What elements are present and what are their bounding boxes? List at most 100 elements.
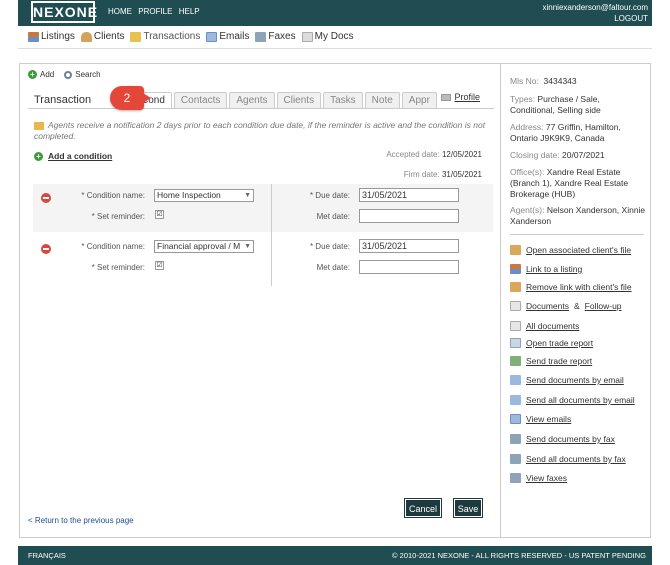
profile-link[interactable]: Profile <box>441 92 480 102</box>
firm-date: 31/05/2021 <box>441 170 482 179</box>
condition-row: * Condition name: Financial approval / M… <box>33 235 493 283</box>
transaction-dates: Accepted date: 12/05/2021 Firm date: 31/… <box>386 150 482 179</box>
condition-name-select[interactable]: Financial approval / M ▼ <box>154 240 254 253</box>
reminder-notice: Agents receive a notification 2 days pri… <box>34 120 486 141</box>
accepted-date: 12/05/2021 <box>441 150 482 159</box>
fax-send-all-icon <box>510 454 521 464</box>
nav-transactions[interactable]: Transactions <box>130 31 200 42</box>
tab-note[interactable]: Note <box>364 92 400 108</box>
closing-date: Closing date: 20/07/2021 <box>510 150 605 160</box>
send-all-docs-fax-link[interactable]: Send all documents by fax <box>510 454 650 464</box>
house-icon <box>510 264 521 274</box>
tab-agents[interactable]: Agents <box>229 92 275 108</box>
documents-followup-link[interactable]: Documents & Follow-up <box>510 301 650 311</box>
remove-condition-icon[interactable] <box>41 193 51 203</box>
tab-bar: Cond Contacts Agents Clients Tasks Note … <box>134 92 437 108</box>
save-button[interactable]: Save <box>453 498 483 518</box>
folder-icon <box>130 31 142 42</box>
nav-emails[interactable]: Emails <box>206 31 249 42</box>
nav-divider <box>18 48 652 49</box>
met-date-input[interactable] <box>359 260 459 274</box>
view-emails-link[interactable]: View emails <box>510 414 650 424</box>
main-nav: Listings Clients Transactions Emails Fax… <box>28 31 354 42</box>
mail-icon <box>206 31 218 42</box>
logout-link[interactable]: LOGOUT <box>614 14 648 23</box>
copyright: © 2010-2021 NEXONE - ALL RIGHTS RESERVED… <box>392 551 646 560</box>
documents-icon <box>510 321 521 331</box>
profile-card-icon <box>441 93 452 101</box>
add-button[interactable]: + Add <box>28 70 54 79</box>
tab-contacts[interactable]: Contacts <box>173 92 228 108</box>
transaction-summary-panel: Mls No: 3434343 Types: Purchase / Sale, … <box>501 63 651 538</box>
people-icon <box>80 31 92 42</box>
nav-faxes[interactable]: Faxes <box>255 31 296 42</box>
nav-profile[interactable]: PROFILE <box>138 7 172 16</box>
document-icon <box>301 31 313 42</box>
open-trade-report-link[interactable]: Open trade report <box>510 338 650 348</box>
add-condition-link[interactable]: + Add a condition <box>34 151 112 161</box>
send-all-docs-email-link[interactable]: Send all documents by email <box>510 395 650 405</box>
mail-icon <box>510 414 521 424</box>
transaction-types: Types: Purchase / Sale, Conditional, Sel… <box>510 94 601 115</box>
set-reminder-checkbox[interactable]: ☑ <box>155 210 164 219</box>
all-documents-link[interactable]: All documents <box>510 321 650 331</box>
nav-help[interactable]: HELP <box>179 7 200 16</box>
chevron-down-icon: ▼ <box>244 243 251 250</box>
chevron-down-icon: ▼ <box>244 192 251 199</box>
top-bar: NEXONE HOME PROFILE HELP xinniexanderson… <box>18 0 652 26</box>
tab-clients[interactable]: Clients <box>276 92 322 108</box>
offices: Office(s): Xandre Real Estate (Branch 1)… <box>510 167 629 199</box>
fax-icon <box>510 473 521 483</box>
plus-icon: + <box>28 70 37 79</box>
nav-listings[interactable]: Listings <box>28 31 75 42</box>
client-file-remove-icon <box>510 282 521 292</box>
condition-row: * Condition name: Home Inspection ▼ * Set… <box>33 184 493 232</box>
agents: Agent(s): Nelson Xanderson, Xinnie Xande… <box>510 205 646 226</box>
step-callout-badge: 2 <box>110 86 151 110</box>
send-docs-email-link[interactable]: Send documents by email <box>510 375 650 385</box>
top-nav: HOME PROFILE HELP <box>108 7 204 16</box>
nav-home[interactable]: HOME <box>108 7 132 16</box>
fax-icon <box>255 31 267 42</box>
search-button[interactable]: Search <box>64 70 101 79</box>
report-send-icon <box>510 356 521 366</box>
transaction-address: Address: 77 Griffin, Hamilton, Ontario J… <box>510 122 621 143</box>
nexone-logo[interactable]: NEXONE <box>31 1 97 23</box>
column-divider <box>271 184 272 286</box>
remove-condition-icon[interactable] <box>41 244 51 254</box>
condition-name-select[interactable]: Home Inspection ▼ <box>154 189 254 202</box>
view-faxes-link[interactable]: View faxes <box>510 473 650 483</box>
tab-appr[interactable]: Appr <box>401 92 437 108</box>
document-icon <box>510 301 521 311</box>
language-toggle[interactable]: FRANÇAIS <box>28 551 66 560</box>
open-client-file-link[interactable]: Open associated client's file <box>510 245 650 255</box>
send-trade-report-link[interactable]: Send trade report <box>510 356 650 366</box>
toolbar: + Add Search <box>28 70 101 79</box>
search-icon <box>64 70 73 79</box>
met-date-input[interactable] <box>359 209 459 223</box>
link-to-listing-link[interactable]: Link to a listing <box>510 264 650 274</box>
remove-client-link[interactable]: Remove link with client's file <box>510 282 650 292</box>
due-date-input[interactable]: 31/05/2021 <box>359 239 459 253</box>
nav-clients[interactable]: Clients <box>80 31 124 42</box>
fax-send-icon <box>510 434 521 444</box>
plus-icon: + <box>34 151 43 161</box>
footer: FRANÇAIS © 2010-2021 NEXONE - ALL RIGHTS… <box>18 546 652 565</box>
transaction-panel: + Add Search Transaction Cond Contacts Ag… <box>19 63 501 538</box>
nav-my-docs[interactable]: My Docs <box>301 31 354 42</box>
set-reminder-checkbox[interactable]: ☑ <box>155 261 164 270</box>
house-icon <box>28 31 39 42</box>
return-previous-link[interactable]: < Return to the previous page <box>28 516 134 525</box>
due-date-input[interactable]: 31/05/2021 <box>359 188 459 202</box>
bell-icon <box>34 121 44 130</box>
report-icon <box>510 338 521 348</box>
send-docs-fax-link[interactable]: Send documents by fax <box>510 434 650 444</box>
side-divider <box>510 234 644 235</box>
tab-tasks[interactable]: Tasks <box>323 92 363 108</box>
client-file-icon <box>510 245 521 255</box>
transaction-title: Transaction <box>34 94 92 106</box>
mail-send-icon <box>510 375 521 385</box>
cancel-button[interactable]: Cancel <box>404 498 442 518</box>
mail-send-all-icon <box>510 395 521 405</box>
tab-underline <box>28 108 494 109</box>
